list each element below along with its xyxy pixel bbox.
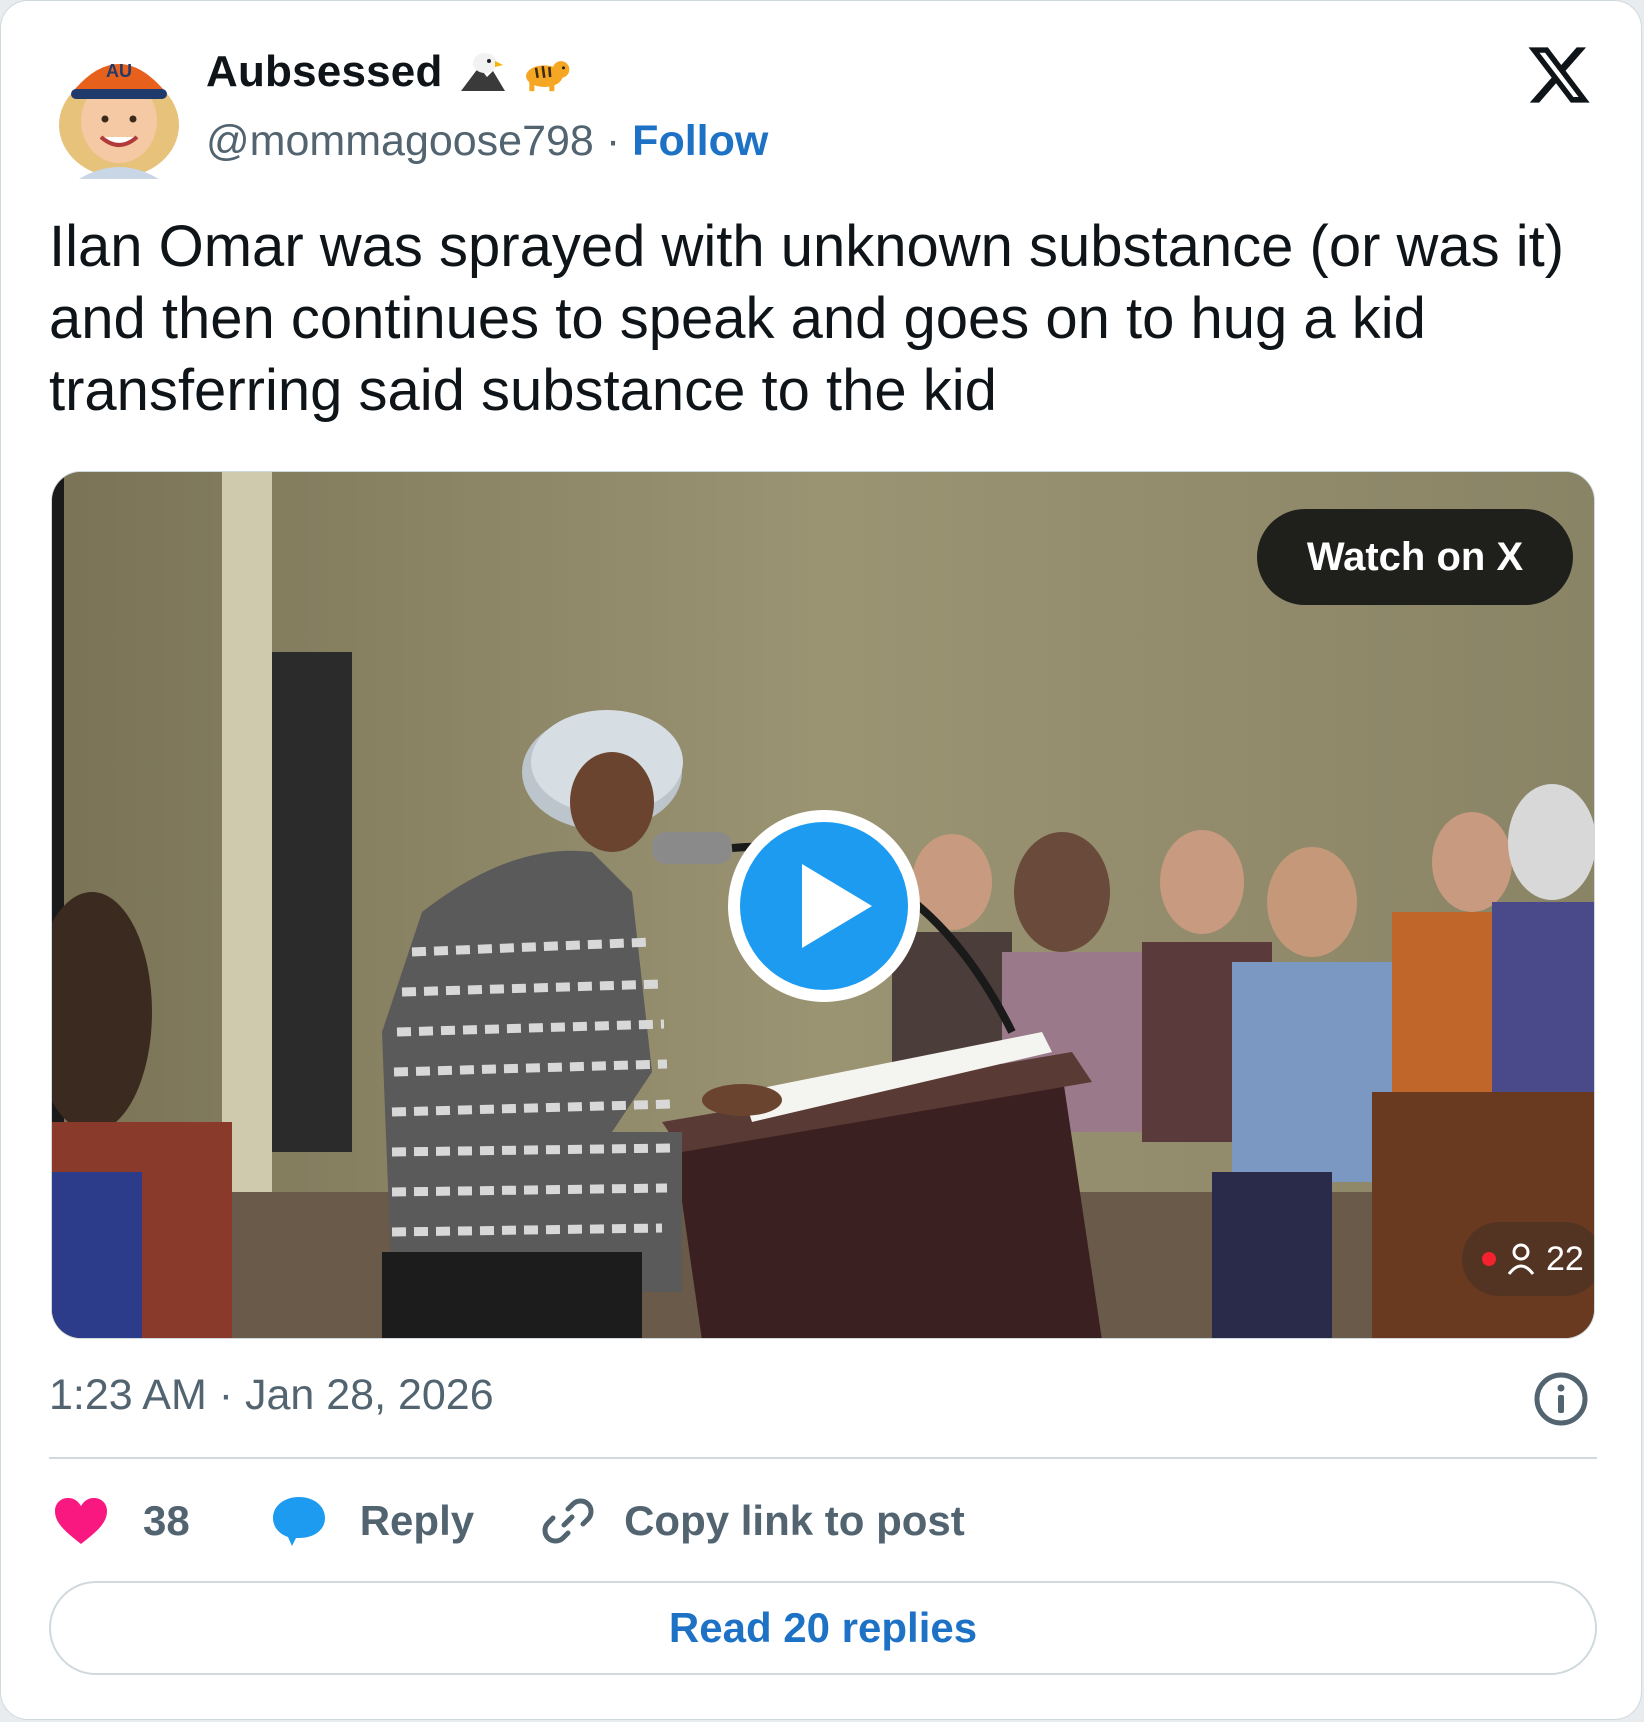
display-name[interactable]: Aubsessed	[206, 47, 571, 97]
read-replies-button[interactable]: Read 20 replies	[49, 1581, 1597, 1675]
svg-text:AU: AU	[106, 61, 132, 81]
display-name-text: Aubsessed	[206, 47, 443, 96]
tweet-card: AU Aubsessed @mommagoose798 · Follow Ila…	[0, 0, 1642, 1720]
divider	[49, 1457, 1597, 1459]
reply-label: Reply	[359, 1497, 475, 1544]
like-count: 38	[143, 1497, 190, 1544]
heart-icon	[55, 1498, 107, 1544]
post-timestamp[interactable]: 1:23 AM · Jan 28, 2026	[49, 1371, 494, 1420]
link-icon	[542, 1498, 594, 1544]
viewer-count: 22	[1546, 1239, 1584, 1278]
info-icon[interactable]	[1533, 1371, 1589, 1427]
viewer-count-badge: 22	[1462, 1222, 1594, 1296]
avatar[interactable]: AU	[53, 37, 185, 179]
like-button[interactable]: 38	[53, 1496, 270, 1546]
copy-link-button[interactable]: Copy link to post	[542, 1495, 965, 1547]
separator-dot: ·	[605, 117, 621, 165]
eagle-emoji-icon	[460, 53, 505, 91]
tiger-emoji-icon	[525, 61, 569, 92]
reply-button[interactable]: Reply	[270, 1494, 542, 1548]
follow-button[interactable]: Follow	[632, 117, 768, 166]
tweet-text: Ilan Omar was sprayed with unknown subst…	[49, 214, 1565, 423]
watch-on-x-button[interactable]: Watch on X	[1257, 509, 1573, 605]
handle-row: @mommagoose798 · Follow	[206, 117, 768, 166]
video-player[interactable]: Watch on X 22	[51, 471, 1595, 1339]
user-handle[interactable]: @mommagoose798	[206, 117, 594, 166]
speech-bubble-icon	[272, 1497, 325, 1546]
person-icon	[1507, 1243, 1535, 1275]
copy-link-label: Copy link to post	[624, 1497, 965, 1544]
action-bar: 38 Reply Copy link to post	[53, 1489, 965, 1553]
x-logo-icon[interactable]	[1525, 41, 1593, 109]
live-dot	[1482, 1252, 1496, 1266]
play-icon[interactable]	[724, 806, 924, 1006]
